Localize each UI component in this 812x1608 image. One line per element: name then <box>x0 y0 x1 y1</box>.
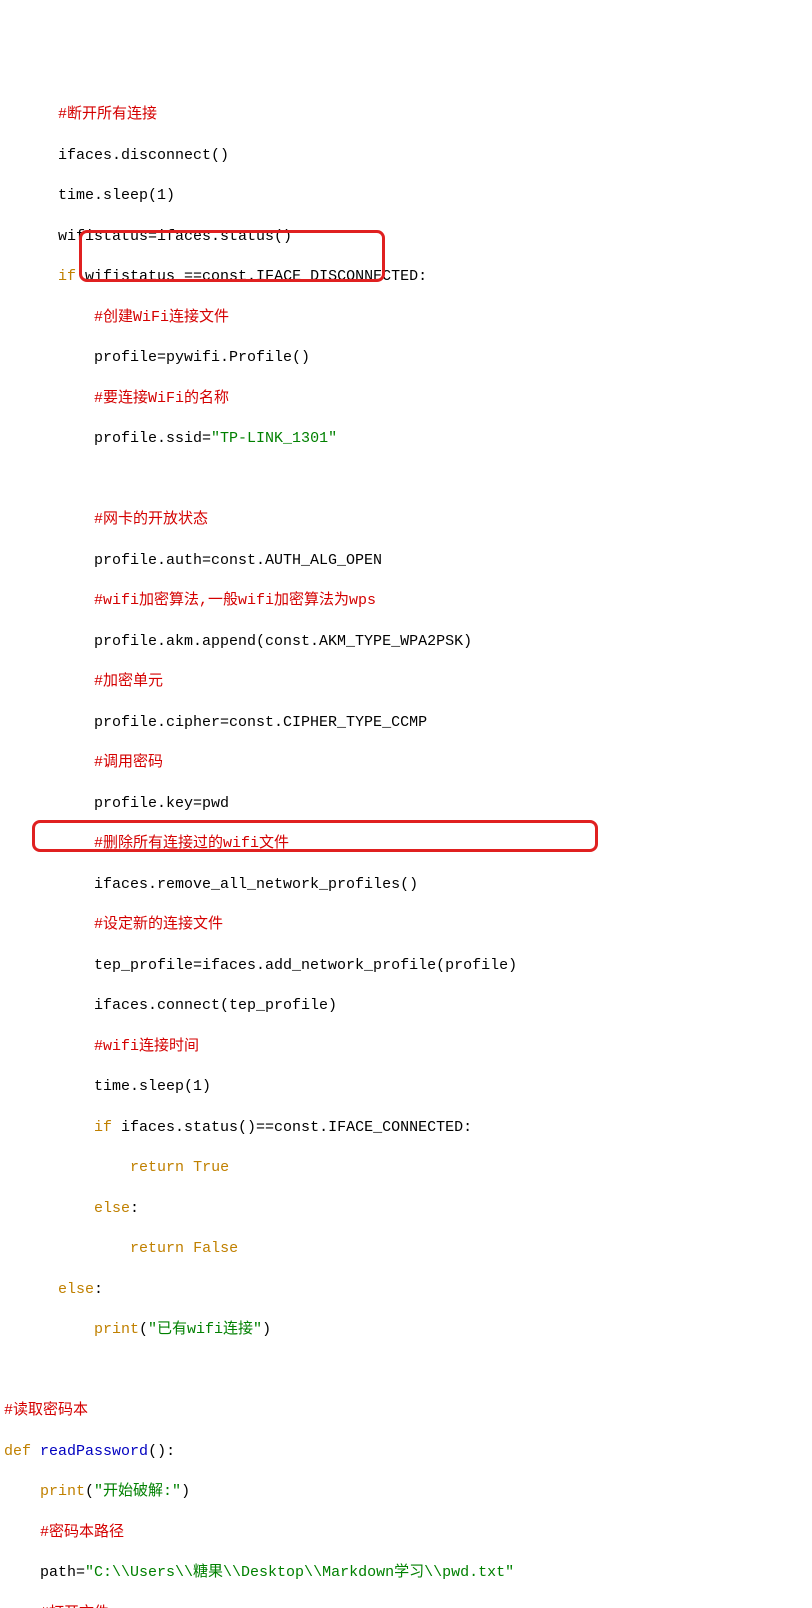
keyword-if: if <box>94 1119 112 1136</box>
comment: #设定新的连接文件 <box>94 916 223 933</box>
keyword-false: False <box>193 1240 238 1257</box>
keyword-return: return <box>130 1159 184 1176</box>
paren: ( <box>139 1321 148 1338</box>
comment: #密码本路径 <box>40 1524 124 1541</box>
comment: #调用密码 <box>94 754 163 771</box>
code-line: ifaces.disconnect() <box>58 147 229 164</box>
comment: #wifi连接时间 <box>94 1038 199 1055</box>
code-line: profile.auth=const.AUTH_ALG_OPEN <box>94 552 382 569</box>
code-line: profile.key=pwd <box>94 795 229 812</box>
comment: #要连接WiFi的名称 <box>94 390 229 407</box>
keyword-else: else <box>58 1281 94 1298</box>
comment: #创建WiFi连接文件 <box>94 309 229 326</box>
comment: #读取密码本 <box>4 1402 88 1419</box>
paren: ) <box>262 1321 271 1338</box>
code-line: tep_profile=ifaces.add_network_profile(p… <box>94 957 517 974</box>
code-line: ifaces.remove_all_network_profiles() <box>94 876 418 893</box>
code-line: profile.akm.append(const.AKM_TYPE_WPA2PS… <box>94 633 472 650</box>
paren: (): <box>148 1443 175 1460</box>
string-literal: "TP-LINK_1301" <box>211 430 337 447</box>
paren: ( <box>85 1483 94 1500</box>
builtin-print: print <box>40 1483 85 1500</box>
builtin-print: print <box>94 1321 139 1338</box>
code-line: path= <box>40 1564 85 1581</box>
colon: : <box>94 1281 103 1298</box>
comment: #网卡的开放状态 <box>94 511 208 528</box>
string-literal: "已有wifi连接" <box>148 1321 262 1338</box>
function-name: readPassword <box>40 1443 148 1460</box>
keyword-else: else <box>94 1200 130 1217</box>
code-line: profile.ssid= <box>94 430 211 447</box>
keyword-def: def <box>4 1443 31 1460</box>
code-line: time.sleep(1) <box>94 1078 211 1095</box>
code-line: wifistatus=ifaces.status() <box>58 228 292 245</box>
keyword-return: return <box>130 1240 184 1257</box>
comment: #断开所有连接 <box>58 106 157 123</box>
code-line: time.sleep(1) <box>58 187 175 204</box>
keyword-true: True <box>193 1159 229 1176</box>
code-line: profile.cipher=const.CIPHER_TYPE_CCMP <box>94 714 427 731</box>
code-block: #断开所有连接 ifaces.disconnect() time.sleep(1… <box>4 85 808 1608</box>
code-line: wifistatus ==const.IFACE_DISCONNECTED: <box>76 268 427 285</box>
code-line: ifaces.status()==const.IFACE_CONNECTED: <box>112 1119 472 1136</box>
paren: ) <box>181 1483 190 1500</box>
comment: #打开文件 <box>40 1605 109 1608</box>
keyword-if: if <box>58 268 76 285</box>
colon: : <box>130 1200 139 1217</box>
code-line: ifaces.connect(tep_profile) <box>94 997 337 1014</box>
comment: #加密单元 <box>94 673 163 690</box>
string-literal: "C:\\Users\\糖果\\Desktop\\Markdown学习\\pwd… <box>85 1564 514 1581</box>
comment: #wifi加密算法,一般wifi加密算法为wps <box>94 592 376 609</box>
string-literal: "开始破解:" <box>94 1483 181 1500</box>
code-line: profile=pywifi.Profile() <box>94 349 310 366</box>
comment: #删除所有连接过的wifi文件 <box>94 835 289 852</box>
